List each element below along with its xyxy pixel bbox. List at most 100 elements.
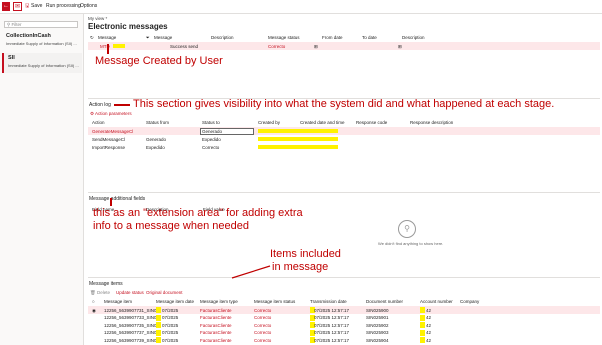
transmission-date: 07/2025 12:57:17 xyxy=(314,315,350,320)
action-name[interactable]: SendMessageCl xyxy=(92,137,125,142)
col-header-company[interactable]: Company xyxy=(460,299,479,304)
options-menu[interactable]: Options xyxy=(80,3,97,9)
col-header-response-description[interactable]: Response description xyxy=(410,120,453,125)
action-log-row[interactable]: GenerateMessageCl Generado xyxy=(88,127,600,135)
annotation-items-1: Items included xyxy=(270,248,341,260)
col-header-status-from[interactable]: Status from xyxy=(146,120,169,125)
status-to: Correcto xyxy=(202,144,220,150)
message-item-id: 12256_5639907737_SIN0... xyxy=(104,330,161,335)
select-all-checkbox[interactable]: ○ xyxy=(92,299,95,304)
status-to: Expedido xyxy=(202,136,221,142)
sidebar-item-subtitle: Immediate Supply of Information (SII) ..… xyxy=(6,41,77,46)
message-item-row[interactable]: 12256_5639907739_SIN0... 07/2025 FacturasC… xyxy=(88,336,600,344)
message-item-id: 12256_5639907739_SIN0... xyxy=(104,337,161,343)
message-item-type[interactable]: FacturasCliente xyxy=(200,338,232,343)
col-header-response-code[interactable]: Response code xyxy=(356,120,387,125)
sidebar-item-collectionincash[interactable]: CollectionInCash Immediate Supply of Inf… xyxy=(2,31,82,51)
col-header-created-by[interactable]: Created by xyxy=(258,120,280,125)
message-item-type[interactable]: FacturasCliente xyxy=(200,308,232,313)
to-date-icon: ⊞ xyxy=(398,43,402,49)
message-item-status[interactable]: Correcto xyxy=(254,330,271,335)
save-icon: 🖫 xyxy=(25,3,30,9)
col-header-message-2[interactable]: Message xyxy=(154,35,172,40)
annotation-arrow xyxy=(231,265,271,279)
annotation-arrow xyxy=(107,44,109,54)
delete-button[interactable]: 🗑 Delete xyxy=(90,290,110,296)
message-item-type[interactable]: FacturasCliente xyxy=(200,330,232,335)
back-button[interactable]: ← xyxy=(2,2,10,11)
date-redacted xyxy=(156,307,161,313)
col-header-account-number[interactable]: Account number xyxy=(420,299,453,304)
col-header-message-item-date[interactable]: Message item date xyxy=(156,299,194,304)
filter-input[interactable]: ⚲ Filter xyxy=(4,21,78,28)
action-log-row[interactable]: SendMessageCl Generado Expedido xyxy=(88,135,600,143)
message-item-id: 12256_5639907731_SIN0... xyxy=(104,307,161,313)
col-header-description-2[interactable]: Description xyxy=(402,35,425,40)
message-item-status[interactable]: Correcto xyxy=(254,315,271,320)
col-header-description[interactable]: Description xyxy=(211,35,234,40)
col-header-action[interactable]: Action xyxy=(92,120,105,125)
sidebar-item-title: SII xyxy=(8,55,15,61)
filter-placeholder: Filter xyxy=(11,22,22,27)
col-header-to-date[interactable]: To date xyxy=(362,35,377,40)
action-log-row[interactable]: ImportResponse Expedido Correcto xyxy=(88,143,600,151)
message-item-date: 07/2025 xyxy=(162,337,179,343)
filter-icon[interactable]: ⏷ xyxy=(146,35,150,40)
created-by-redacted xyxy=(258,145,338,149)
col-header-icon: ↻ xyxy=(90,35,94,40)
message-status[interactable]: Correcto xyxy=(268,44,285,49)
col-header-message-status[interactable]: Message status xyxy=(268,35,300,40)
account-number: 42 xyxy=(426,322,432,328)
col-header-transmission-date[interactable]: Transmission date xyxy=(310,299,347,304)
message-item-id: 12256_5639907733_SIN0... xyxy=(104,315,161,320)
acct-redacted xyxy=(420,337,425,343)
view-selector[interactable]: My view * xyxy=(88,16,107,21)
message-item-status[interactable]: Correcto xyxy=(254,323,271,328)
col-header-document-number[interactable]: Document number xyxy=(366,299,403,304)
action-pane: ← ✉ 🖫 Save Run processing Options xyxy=(0,0,602,14)
action-parameters-label: Action parameters xyxy=(95,111,132,116)
message-item-date: 07/2025 xyxy=(162,315,179,320)
additional-fields-title[interactable]: Message additional fields xyxy=(89,196,145,202)
col-header-message-item[interactable]: Message item xyxy=(104,299,132,304)
transmission-date: 07/2025 12:57:17 xyxy=(314,322,350,328)
message-row[interactable]: MTD Success send Correcto ⊞ ⊞ xyxy=(88,42,600,50)
message-item-type[interactable]: FacturasCliente xyxy=(200,315,232,320)
message-item-status[interactable]: Correcto xyxy=(254,308,271,313)
action-name[interactable]: ImportResponse xyxy=(92,145,125,150)
status-to[interactable]: Generado xyxy=(200,127,254,135)
created-by-redacted xyxy=(258,129,338,133)
message-redacted xyxy=(113,44,125,48)
save-button[interactable]: Save xyxy=(31,3,42,9)
col-header-message-item-type[interactable]: Message item type xyxy=(200,299,238,304)
annotation-arrow xyxy=(110,198,112,206)
col-header-status-to[interactable]: Status to xyxy=(202,120,220,125)
action-parameters-button[interactable]: ⚙ Action parameters xyxy=(90,111,132,117)
original-document-button[interactable]: Original document xyxy=(146,290,183,295)
col-header-from-date[interactable]: From date xyxy=(322,35,343,40)
action-log-title[interactable]: Action log xyxy=(89,102,111,108)
annotation-arrow xyxy=(114,104,130,106)
annotation-items-2: in message xyxy=(272,261,329,273)
page-title: Electronic messages xyxy=(88,22,168,31)
col-header-message-item-status[interactable]: Message item status xyxy=(254,299,295,304)
transmission-date: 07/2025 12:57:17 xyxy=(314,337,350,343)
update-status-button[interactable]: Update status xyxy=(116,290,144,295)
acct-redacted xyxy=(420,307,425,313)
message-item-status[interactable]: Correcto xyxy=(254,338,271,343)
document-number: SIN025902 xyxy=(366,322,389,328)
annotation-extension-2: info to a message when needed xyxy=(93,220,249,232)
acct-redacted xyxy=(420,322,425,328)
document-number: SIN025904 xyxy=(366,337,389,343)
sidebar-item-sii[interactable]: SII Immediate Supply of Information (SII… xyxy=(2,53,82,73)
run-processing-button[interactable]: Run processing xyxy=(46,3,81,9)
left-nav-pane: ⚲ Filter CollectionInCash Immediate Supp… xyxy=(0,14,84,345)
action-name[interactable]: GenerateMessageCl xyxy=(92,129,133,134)
from-date-icon: ⊞ xyxy=(314,43,318,49)
col-header-message[interactable]: Message xyxy=(98,35,116,40)
message-item-type[interactable]: FacturasCliente xyxy=(200,323,232,328)
app-logo: ✉ xyxy=(13,2,22,11)
col-header-created-date[interactable]: Created date and time xyxy=(300,120,345,125)
message-items-title[interactable]: Message items xyxy=(89,281,123,287)
empty-state-text: We didn't find anything to show here. xyxy=(378,241,444,246)
